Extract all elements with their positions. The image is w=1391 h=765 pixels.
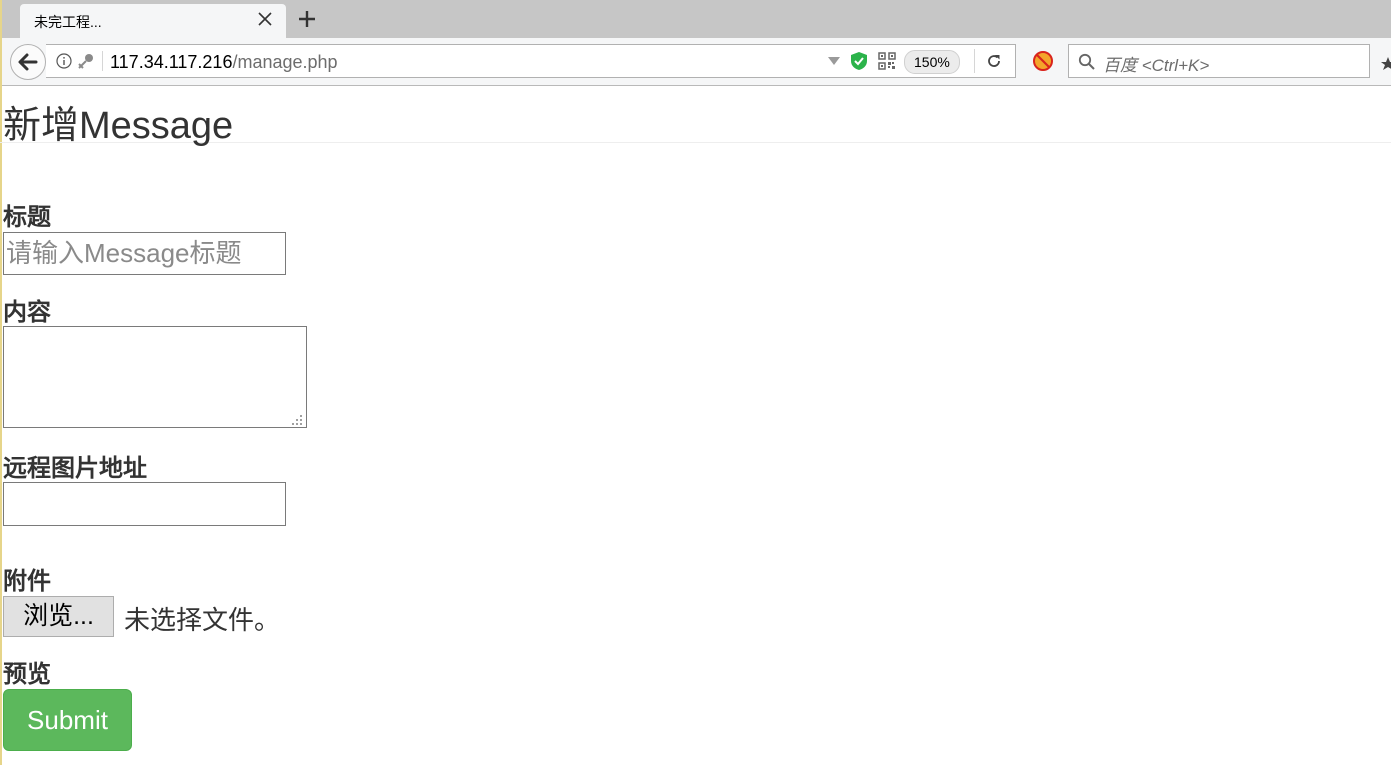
back-button[interactable]	[10, 44, 46, 80]
back-arrow-icon	[18, 53, 38, 71]
tab-title: 未完工程...	[34, 14, 102, 30]
page-header: 新增Message	[0, 86, 1391, 147]
navigation-toolbar: 117.34.117.216/manage.php 150% 百度 <Ctrl+…	[0, 38, 1391, 86]
adblock-extension-icon[interactable]	[1032, 50, 1054, 72]
search-icon	[1078, 53, 1095, 70]
image-url-input[interactable]	[3, 482, 286, 526]
close-icon[interactable]	[256, 10, 274, 28]
browse-file-button[interactable]: 浏览...	[3, 596, 114, 637]
bookmark-star-icon[interactable]	[1380, 56, 1391, 72]
qr-code-icon[interactable]	[878, 52, 896, 70]
url-separator	[102, 51, 103, 71]
page-title: 新增Message	[3, 105, 234, 147]
search-bar[interactable]: 百度 <Ctrl+K>	[1068, 44, 1370, 78]
content-label: 内容	[3, 299, 51, 326]
key-icon[interactable]	[76, 53, 94, 69]
address-bar[interactable]: 117.34.117.216/manage.php 150%	[46, 44, 1016, 78]
zoom-level-badge[interactable]: 150%	[904, 50, 960, 74]
tab-strip: 未完工程...	[0, 0, 1391, 38]
title-label: 标题	[3, 204, 51, 231]
resize-handle-icon[interactable]	[291, 414, 303, 426]
title-input[interactable]	[3, 232, 286, 275]
file-status-text: 未选择文件。	[124, 605, 281, 635]
active-tab[interactable]: 未完工程...	[20, 4, 286, 38]
info-icon[interactable]	[56, 53, 72, 69]
url-path: /manage.php	[232, 52, 338, 72]
content-textarea[interactable]	[3, 326, 307, 428]
attachment-label: 附件	[3, 568, 51, 595]
search-placeholder: 百度 <Ctrl+K>	[1103, 56, 1210, 75]
url-text[interactable]: 117.34.117.216/manage.php	[110, 52, 338, 73]
reload-icon[interactable]	[986, 53, 1002, 69]
preview-label: 预览	[3, 661, 51, 688]
new-tab-icon[interactable]	[296, 8, 318, 30]
shield-icon[interactable]	[850, 51, 868, 71]
history-dropdown-icon[interactable]	[828, 57, 840, 65]
submit-button[interactable]: Submit	[3, 689, 132, 751]
image-url-label: 远程图片地址	[3, 455, 147, 482]
url-separator-2	[974, 49, 975, 73]
url-host: 117.34.117.216	[110, 52, 233, 72]
